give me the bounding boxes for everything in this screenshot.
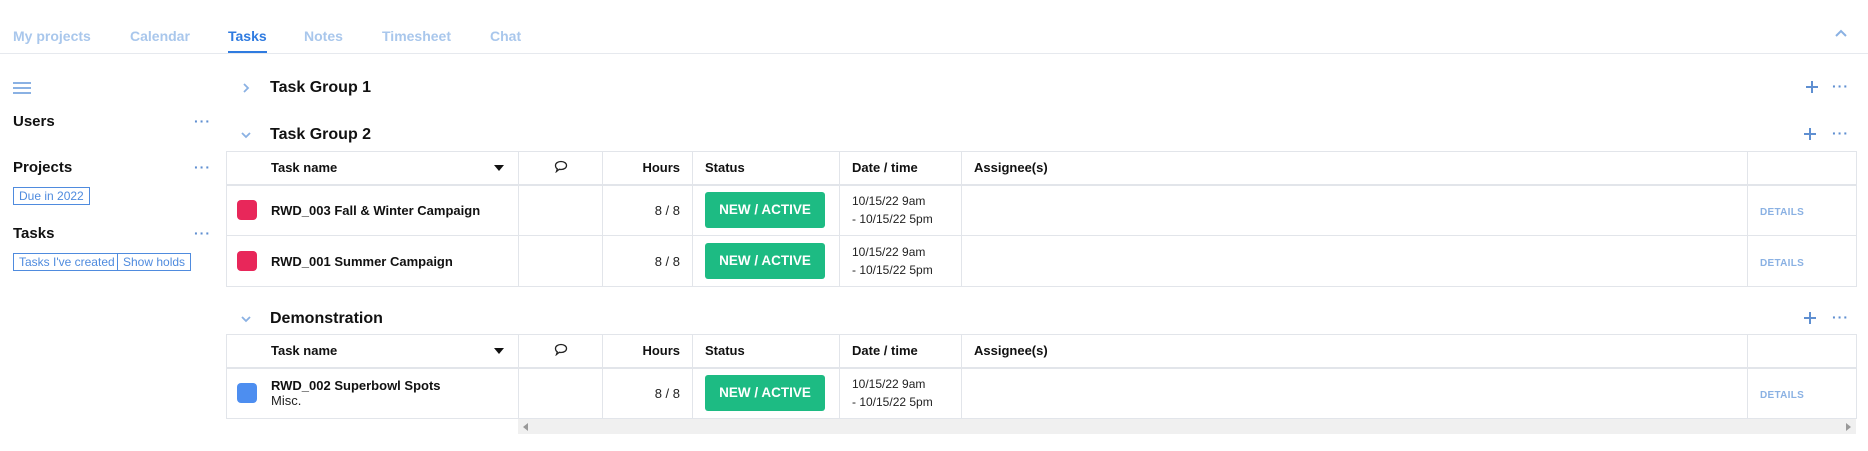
task-color-swatch: [237, 251, 257, 271]
col-date: Date / time: [839, 334, 962, 369]
status-button[interactable]: NEW / ACTIVE: [705, 243, 825, 279]
col-status: Status: [692, 334, 840, 369]
tab-timesheet[interactable]: Timesheet: [382, 28, 451, 44]
task-hours: 8 / 8: [654, 202, 680, 218]
col-hours: Hours: [602, 151, 693, 186]
group-title: Task Group 1: [270, 79, 372, 96]
task-comments[interactable]: [518, 235, 603, 287]
col-assignees: Assignee(s): [961, 151, 1748, 186]
projects-more-icon[interactable]: ···: [194, 159, 211, 175]
col-assignees: Assignee(s): [961, 334, 1748, 369]
col-task-name[interactable]: Task name: [226, 334, 519, 369]
users-more-icon[interactable]: ···: [194, 113, 211, 129]
col-actions: [1747, 151, 1857, 186]
task-name[interactable]: RWD_003 Fall & Winter Campaign: [271, 203, 518, 218]
sort-caret-icon[interactable]: [494, 165, 504, 171]
task-assignees[interactable]: [961, 184, 1748, 236]
group-header-1[interactable]: Task Group 1 ···: [228, 76, 1858, 102]
task-date-end: - 10/15/22 5pm: [852, 263, 933, 277]
plus-icon[interactable]: [1802, 310, 1818, 326]
table-row[interactable]: RWD_002 Superbowl Spots Misc. 8 / 8 NEW /…: [226, 367, 1857, 419]
more-dots-icon[interactable]: ···: [1832, 78, 1849, 94]
group-title: Task Group 2: [270, 126, 372, 143]
task-color-swatch: [237, 200, 257, 221]
chevron-right-icon[interactable]: [240, 82, 252, 94]
filter-chip-show-holds[interactable]: Show holds: [117, 253, 192, 271]
task-date-end: - 10/15/22 5pm: [852, 395, 933, 410]
task-name[interactable]: RWD_002 Superbowl Spots: [271, 378, 518, 393]
plus-icon[interactable]: [1804, 79, 1820, 95]
task-color-swatch: [237, 383, 257, 404]
plus-icon[interactable]: [1802, 126, 1818, 142]
sidebar-title-tasks: Tasks: [13, 225, 55, 242]
task-date-start: 10/15/22 9am: [852, 194, 926, 209]
hamburger-icon[interactable]: [13, 82, 31, 94]
task-hours: 8 / 8: [654, 253, 680, 269]
table-header-row: Task name Hours Status Date / time Assig…: [226, 151, 1857, 186]
sidebar: Users ··· Projects ··· Due in 2022 Tasks…: [0, 55, 222, 451]
comment-bubble-icon: [554, 160, 567, 174]
task-table-demonstration: Task name Hours Status Date / time Assig…: [226, 334, 1857, 419]
top-nav: My projects Calendar Tasks Notes Timeshe…: [0, 0, 1868, 54]
chevron-down-icon[interactable]: [240, 313, 252, 325]
task-subtitle: Misc.: [271, 393, 302, 409]
tab-notes[interactable]: Notes: [304, 28, 343, 44]
status-button[interactable]: NEW / ACTIVE: [705, 192, 825, 229]
task-hours: 8 / 8: [654, 385, 680, 401]
more-dots-icon[interactable]: ···: [1832, 125, 1849, 141]
table-row[interactable]: RWD_003 Fall & Winter Campaign 8 / 8 NEW…: [226, 184, 1857, 236]
col-comments: [518, 151, 603, 186]
sidebar-title-users: Users: [13, 113, 55, 130]
details-link[interactable]: DETAILS: [1760, 258, 1804, 269]
group-header-3[interactable]: Demonstration ···: [228, 307, 1858, 333]
task-comments[interactable]: [518, 184, 603, 236]
status-button[interactable]: NEW / ACTIVE: [705, 375, 825, 412]
sidebar-title-projects: Projects: [13, 159, 73, 176]
tab-chat[interactable]: Chat: [490, 28, 521, 44]
table-header-row: Task name Hours Status Date / time Assig…: [226, 334, 1857, 369]
task-comments[interactable]: [518, 367, 603, 419]
task-assignees[interactable]: [961, 235, 1748, 287]
task-date-start: 10/15/22 9am: [852, 245, 926, 259]
tab-my-projects[interactable]: My projects: [13, 28, 91, 44]
col-actions: [1747, 334, 1857, 369]
filter-chip-due-2022[interactable]: Due in 2022: [13, 187, 90, 205]
tab-tasks[interactable]: Tasks: [228, 28, 267, 53]
col-status: Status: [692, 151, 840, 186]
tasks-more-icon[interactable]: ···: [194, 225, 211, 241]
sort-caret-icon[interactable]: [494, 348, 504, 354]
col-task-name[interactable]: Task name: [226, 151, 519, 186]
col-hours: Hours: [602, 334, 693, 369]
task-date-end: - 10/15/22 5pm: [852, 212, 933, 227]
filter-chip-tasks-created[interactable]: Tasks I've created: [13, 253, 121, 271]
task-date-start: 10/15/22 9am: [852, 377, 926, 392]
col-date: Date / time: [839, 151, 962, 186]
group-header-2[interactable]: Task Group 2 ···: [228, 123, 1858, 149]
scroll-left-icon[interactable]: [523, 423, 528, 431]
scroll-right-icon[interactable]: [1846, 423, 1851, 431]
col-comments: [518, 334, 603, 369]
chevron-up-icon[interactable]: [1834, 28, 1848, 38]
task-assignees[interactable]: [961, 367, 1748, 419]
horizontal-scrollbar[interactable]: [518, 418, 1856, 434]
group-title: Demonstration: [270, 310, 383, 327]
details-link[interactable]: DETAILS: [1760, 207, 1804, 218]
task-name[interactable]: RWD_001 Summer Campaign: [271, 254, 518, 269]
more-dots-icon[interactable]: ···: [1832, 309, 1849, 325]
details-link[interactable]: DETAILS: [1760, 390, 1804, 401]
table-row[interactable]: RWD_001 Summer Campaign 8 / 8 NEW / ACTI…: [226, 235, 1857, 287]
chevron-down-icon[interactable]: [240, 129, 252, 141]
task-table-group-2: Task name Hours Status Date / time Assig…: [226, 151, 1857, 287]
comment-bubble-icon: [554, 343, 567, 357]
tab-calendar[interactable]: Calendar: [130, 28, 190, 44]
